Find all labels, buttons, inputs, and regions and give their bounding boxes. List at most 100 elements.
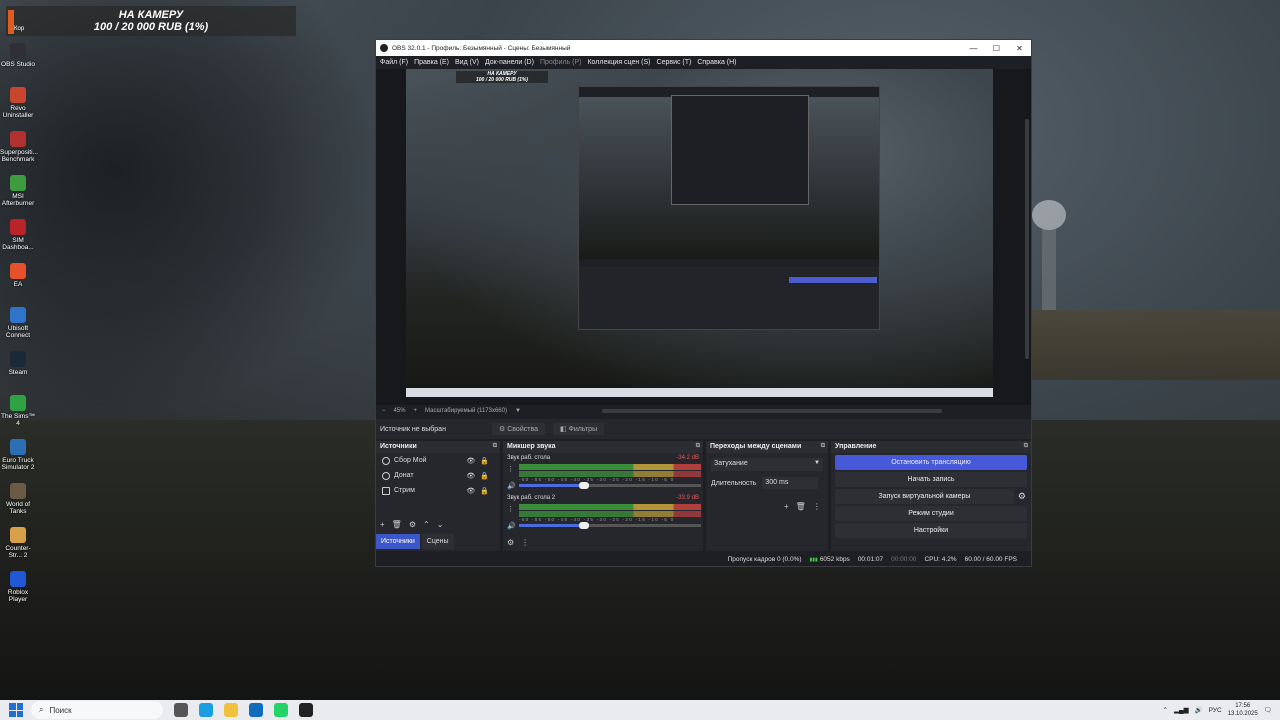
source-settings-icon[interactable]: ⚙ — [409, 520, 416, 529]
channel-menu-icon[interactable]: ⋮ — [507, 465, 514, 473]
zoom-out-button[interactable]: − — [382, 408, 386, 414]
source-item[interactable]: Стрим 👁🔒 — [376, 483, 500, 498]
volume-icon[interactable]: 🔊 — [1195, 706, 1203, 714]
desktop-icon[interactable]: OBS Studio — [0, 43, 36, 84]
undock-icon[interactable]: ⧉ — [821, 443, 825, 450]
close-button[interactable]: ✕ — [1008, 44, 1031, 53]
transition-menu-icon[interactable]: ⋮ — [813, 502, 821, 511]
desktop-icon-label: Revo Uninstaller — [2, 105, 34, 119]
preview-taskbar — [406, 388, 993, 397]
menu-view[interactable]: Вид (V) — [455, 59, 479, 66]
obs-titlebar[interactable]: OBS 32.0.1 - Профиль: Безымянный - Сцены… — [376, 40, 1031, 56]
desktop-icon[interactable]: Ubisoft Connect — [0, 307, 36, 348]
source-visibility-lock-icons[interactable]: 👁🔒 — [466, 472, 494, 480]
channel-name: Звук раб. стола 2 — [507, 495, 556, 501]
source-item[interactable]: Донат 👁🔒 — [376, 468, 500, 483]
preview-vertical-scrollbar[interactable] — [1025, 119, 1029, 359]
clock-date: 13.10.2025 — [1227, 711, 1258, 717]
volume-slider[interactable] — [519, 482, 701, 489]
menu-docks[interactable]: Док-панели (D) — [485, 59, 534, 66]
desktop-icon[interactable]: Steam — [0, 351, 36, 392]
system-tray: ⌃ ▂▄▆ 🔊 РУС 17:56 13.10.2025 🗨 — [1163, 702, 1280, 718]
menu-help[interactable]: Справка (H) — [697, 59, 736, 66]
menu-file[interactable]: Файл (F) — [380, 59, 408, 66]
menu-profile[interactable]: Профиль (P) — [540, 59, 582, 66]
studio-mode-button[interactable]: Режим студии — [835, 506, 1027, 521]
zoom-in-button[interactable]: + — [414, 408, 418, 414]
stop-stream-button[interactable]: Остановить трансляцию — [835, 455, 1027, 470]
menu-edit[interactable]: Правка (E) — [414, 59, 449, 66]
app-icon — [10, 175, 26, 191]
filters-button[interactable]: ◧ Фильтры — [552, 423, 605, 435]
preview-nested-obs — [578, 86, 880, 330]
desktop-icon[interactable]: Superpositi... Benchmark — [0, 131, 38, 172]
network-icon[interactable]: ▂▄▆ — [1174, 706, 1189, 714]
banner-progress: 100 / 20 000 RUB (1%) — [93, 21, 209, 33]
windows-start-icon[interactable] — [9, 703, 23, 717]
channel-menu-icon[interactable]: ⋮ — [507, 505, 514, 513]
start-record-button[interactable]: Начать запись — [835, 472, 1027, 487]
clock[interactable]: 17:56 13.10.2025 — [1228, 702, 1258, 718]
move-up-icon[interactable]: ⌃ — [423, 520, 430, 529]
taskbar-app-whatsapp-icon[interactable] — [274, 703, 288, 717]
preview-area[interactable]: НА КАМЕРУ 100 / 20 000 RUB (1%) — [376, 69, 1031, 405]
minimize-button[interactable]: — — [962, 44, 985, 53]
settings-button[interactable]: Настройки — [835, 523, 1027, 538]
taskbar-app-obs-icon[interactable] — [299, 703, 313, 717]
volume-knob[interactable] — [579, 482, 589, 489]
desktop-icon[interactable]: Roblox Player — [0, 571, 36, 612]
menu-scene-collection[interactable]: Коллекция сцен (S) — [587, 59, 650, 66]
speaker-icon[interactable]: 🔊 — [507, 482, 516, 490]
add-source-icon[interactable]: + — [380, 520, 385, 529]
taskbar-search[interactable]: ⌕ Поиск — [31, 701, 163, 719]
desktop-icon-label: SIM Dashboa... — [2, 237, 34, 251]
tab-sources[interactable]: Источники — [376, 534, 420, 549]
taskbar-app-outlook-icon[interactable] — [249, 703, 263, 717]
remove-transition-icon[interactable]: 🗑 — [796, 502, 806, 511]
desktop-icon[interactable]: Euro Truck Simulator 2 — [0, 439, 36, 480]
virtual-camera-settings-icon[interactable]: ⚙ — [1018, 491, 1026, 502]
menu-tools[interactable]: Сервис (T) — [657, 59, 692, 66]
desktop-icon[interactable]: Counter-Str... 2 — [0, 527, 36, 568]
desktop-icon[interactable]: World of Tanks — [0, 483, 36, 524]
volume-slider[interactable] — [519, 522, 701, 529]
desktop-icon[interactable]: Revo Uninstaller — [0, 87, 36, 128]
source-item[interactable]: Сбор Мой 👁🔒 — [376, 453, 500, 468]
taskbar-app-task-view-icon[interactable] — [174, 703, 188, 717]
no-source-label: Источник не выбран — [380, 425, 446, 433]
mixer-menu-icon[interactable]: ⋮ — [521, 538, 529, 547]
volume-knob[interactable] — [579, 522, 589, 529]
scaling-dropdown-icon[interactable]: ▼ — [515, 408, 521, 414]
maximize-button[interactable]: ☐ — [985, 44, 1008, 53]
notifications-icon[interactable]: 🗨 — [1264, 706, 1272, 714]
desktop-icon[interactable]: The Sims™ 4 — [0, 395, 36, 436]
audio-mixer-dock: Микшер звука ⧉ Звук раб. стола -34.2 dB ⋮… — [503, 441, 703, 551]
desktop-icon[interactable]: SIM Dashboa... — [0, 219, 36, 260]
preview-horizontal-scrollbar[interactable] — [602, 409, 942, 413]
transition-select[interactable]: Затухание ▼ — [711, 458, 823, 471]
add-transition-icon[interactable]: + — [784, 502, 789, 511]
undock-icon[interactable]: ⧉ — [493, 443, 497, 450]
desktop-icon[interactable]: EA — [0, 263, 36, 304]
undock-icon[interactable]: ⧉ — [1024, 443, 1028, 450]
taskbar-app-explorer-icon[interactable] — [224, 703, 238, 717]
undock-icon[interactable]: ⧉ — [696, 443, 700, 450]
properties-button[interactable]: ⚙ Свойства — [492, 423, 545, 435]
clock-time: 17:56 — [1235, 703, 1251, 709]
source-visibility-lock-icons[interactable]: 👁🔒 — [466, 487, 494, 495]
speaker-icon[interactable]: 🔊 — [507, 522, 516, 530]
desktop-icon[interactable]: MSI Afterburner — [0, 175, 36, 216]
source-visibility-lock-icons[interactable]: 👁🔒 — [466, 457, 494, 465]
advanced-audio-icon[interactable]: ⚙ — [507, 538, 514, 547]
remove-source-icon[interactable]: 🗑 — [392, 520, 402, 529]
taskbar-app-edge-icon[interactable] — [199, 703, 213, 717]
tab-scenes[interactable]: Сцены — [421, 534, 454, 549]
obs-window[interactable]: OBS 32.0.1 - Профиль: Безымянный - Сцены… — [375, 39, 1032, 567]
virtual-camera-button[interactable]: Запуск виртуальной камеры — [835, 489, 1014, 504]
move-down-icon[interactable]: ⌄ — [437, 520, 444, 529]
desktop-icon-label: EA — [13, 281, 23, 288]
tray-chevron-icon[interactable]: ⌃ — [1163, 706, 1168, 714]
wallpaper-tree — [0, 0, 380, 420]
duration-input[interactable]: 300 ms — [762, 477, 819, 489]
keyboard-language[interactable]: РУС — [1209, 707, 1222, 714]
